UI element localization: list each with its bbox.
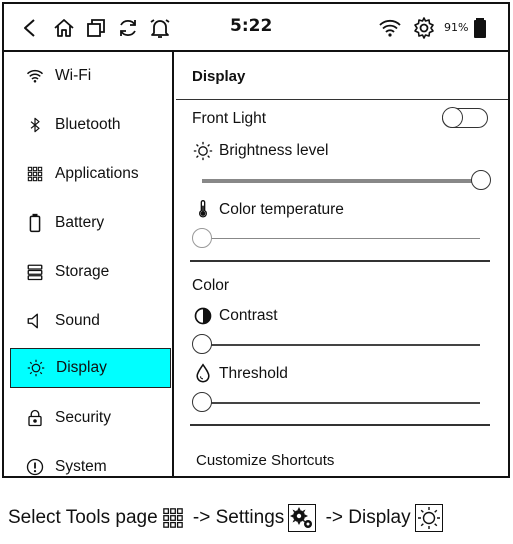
info-icon — [24, 456, 46, 476]
lock-icon — [24, 407, 46, 429]
device-screen: 5:22 91% Wi-Fi Bluetooth Applications Ba… — [2, 2, 510, 478]
sidebar-item-label: Display — [56, 359, 107, 376]
settings-gear-icon — [288, 504, 317, 532]
clock-time: 5:22 — [230, 16, 273, 36]
droplet-icon — [196, 363, 210, 383]
sun-icon — [414, 504, 443, 532]
display-settings-pane: Display Front Light Brightness level Col… — [176, 52, 508, 476]
contrast-slider-track[interactable] — [202, 344, 480, 346]
refresh-icon[interactable] — [116, 16, 140, 40]
sidebar-item-label: Sound — [55, 312, 100, 329]
section-divider — [190, 424, 490, 426]
status-bar: 5:22 91% — [4, 4, 508, 52]
front-light-toggle[interactable] — [442, 107, 488, 128]
wifi-icon — [24, 65, 46, 87]
sidebar-item-wifi[interactable]: Wi-Fi — [10, 56, 170, 96]
wifi-icon[interactable] — [378, 16, 402, 40]
battery-icon — [474, 18, 486, 38]
sidebar-item-display[interactable]: Display — [10, 348, 171, 388]
battery-level: 91% — [444, 21, 469, 34]
brightness-slider-track[interactable] — [202, 179, 482, 183]
sidebar-item-label: Applications — [55, 165, 139, 182]
section-divider — [190, 260, 490, 262]
contrast-icon — [194, 307, 212, 325]
multitask-icon[interactable] — [84, 16, 108, 40]
home-icon[interactable] — [52, 16, 76, 40]
sidebar-item-label: Wi-Fi — [55, 67, 92, 84]
toggle-knob — [442, 107, 463, 128]
brightness-slider-thumb[interactable] — [471, 170, 491, 190]
brightness-label: Brightness level — [219, 142, 329, 159]
sidebar-item-applications[interactable]: Applications — [10, 154, 170, 194]
sidebar-item-battery[interactable]: Battery — [10, 203, 170, 243]
settings-sidebar: Wi-Fi Bluetooth Applications Battery Sto… — [4, 52, 174, 476]
sidebar-item-label: Security — [55, 409, 111, 426]
caption-settings-step: -> Settings — [187, 507, 285, 528]
battery-icon — [24, 212, 46, 234]
sidebar-item-sound[interactable]: Sound — [10, 301, 170, 341]
front-light-label: Front Light — [192, 110, 267, 127]
back-icon[interactable] — [18, 16, 42, 40]
color-temperature-slider-track[interactable] — [202, 238, 480, 239]
color-temperature-slider-thumb[interactable] — [192, 228, 212, 248]
threshold-label: Threshold — [219, 365, 288, 382]
caption-display-step: -> Display — [320, 507, 411, 528]
instruction-caption: Select Tools page -> Settings -> Display — [8, 500, 447, 536]
sidebar-item-label: System — [55, 458, 107, 475]
apps-grid-icon — [162, 507, 184, 529]
bluetooth-icon — [24, 114, 46, 136]
color-section-label: Color — [192, 277, 230, 294]
speaker-icon — [24, 310, 46, 332]
thermometer-icon — [199, 200, 207, 218]
storage-icon — [24, 261, 46, 283]
notification-bell-icon[interactable] — [148, 16, 172, 40]
gear-icon[interactable] — [412, 16, 436, 40]
contrast-label: Contrast — [219, 307, 278, 324]
caption-part1: Select Tools page — [8, 507, 158, 528]
sidebar-item-storage[interactable]: Storage — [10, 252, 170, 292]
sidebar-item-system[interactable]: System — [10, 447, 170, 476]
sun-icon — [193, 141, 213, 161]
sidebar-item-label: Battery — [55, 214, 105, 231]
customize-shortcuts-item[interactable]: Customize Shortcuts — [196, 452, 334, 469]
color-temperature-label: Color temperature — [219, 201, 344, 218]
contrast-slider-thumb[interactable] — [192, 334, 212, 354]
sidebar-item-label: Bluetooth — [55, 116, 121, 133]
sidebar-item-security[interactable]: Security — [10, 398, 170, 438]
threshold-slider-thumb[interactable] — [192, 392, 212, 412]
sidebar-item-bluetooth[interactable]: Bluetooth — [10, 105, 170, 145]
apps-grid-icon — [24, 163, 46, 185]
page-title: Display — [176, 52, 508, 100]
sun-icon — [25, 357, 47, 379]
threshold-slider-track[interactable] — [202, 402, 480, 404]
sidebar-item-label: Storage — [55, 263, 110, 280]
